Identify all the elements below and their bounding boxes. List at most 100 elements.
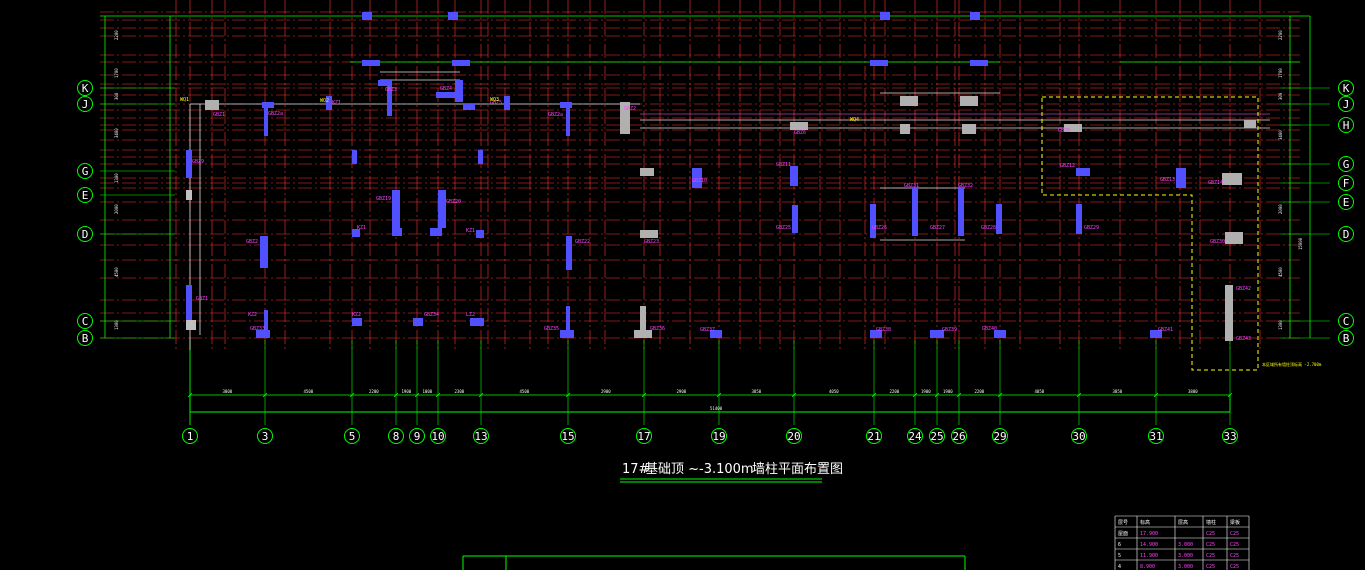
column-shape [205,100,219,110]
column-tag: GBZ39 [942,327,957,333]
column-tags: GBZ1 GBZ2aKZ1GBZ3 GBZ4GBZ5GBZ2aGBZ2GBZ6 GBZ… [180,86,1251,342]
table-cell: 17.900 [1140,531,1158,537]
column-shape [640,306,646,332]
column-shape [352,318,362,326]
column-tag: GBZ22 [575,239,590,245]
column-shape [880,12,890,20]
dimension-value: 300 [114,92,119,100]
column-tag: GBZ14 [1208,180,1223,186]
dimension-value: 2900 [601,389,611,394]
table-cell: 14.900 [1140,542,1158,548]
dimension-value: 1300 [114,320,119,330]
column-shape [960,96,978,106]
dimension-value: 3850 [752,389,762,394]
column-shape [1225,285,1233,341]
axis-bubble-label: 24 [908,430,922,443]
column-shape [455,80,463,102]
column-tag: KZ1 [357,225,366,231]
column-shape [463,104,475,110]
table-cell: 4 [1118,564,1121,570]
table-cell: 3.000 [1178,542,1193,548]
column-shape [476,230,484,238]
table-header-cell: 层号 [1118,520,1128,526]
column-tag: GBZ35 [544,326,559,332]
column-shape [186,320,196,330]
column-tag: KZ2 [248,312,257,318]
axis-bubble-label: C [1343,315,1350,328]
column-tag: KZ1 [466,228,475,234]
column-shape [362,12,372,20]
column-tag: GBZ2 [624,106,636,112]
column-shape [448,12,458,20]
column-shape [392,228,402,236]
column-shape [790,122,808,130]
column-tag: GBZ32 [958,183,973,189]
column-tag: GBZ27 [930,225,945,231]
column-tag: GBZ41 [1158,327,1173,333]
column-tag: GBZ28 [981,225,996,231]
column-tag: KZ1 [332,100,341,106]
axis-bubble-label: C [82,315,89,328]
dimension-value: 1300 [1278,320,1283,330]
dimension-value: 4050 [1035,389,1045,394]
table-cell: 5 [1118,553,1121,559]
axis-bubble-label: H [1343,119,1350,132]
column-shape [436,92,458,98]
column-tag: GBZ13 [1160,177,1175,183]
column-shape [900,96,918,106]
column-shape [1244,120,1256,128]
column-shape [560,102,572,108]
dimension-value: 2200 [1278,30,1283,40]
table-cell: C25 [1206,553,1215,559]
overall-dimension: 51400 [190,406,1230,413]
table-cell: 6 [1118,542,1121,548]
column-tag: WQ4 [850,117,859,123]
axis-bubble-label: 9 [414,430,421,443]
column-shape [430,228,442,236]
column-tag: GBZ3 [385,87,397,93]
dimension-value: 2000 [114,204,119,214]
column-shape [1076,168,1090,176]
column-shape [900,124,910,134]
column-tag: GBZ42 [1236,286,1251,292]
column-tag: GBZ26 [872,225,887,231]
floor-elevation-table: 层号 标高 层高 墙柱 梁板屋面 17.900 C25 C25 6 14.900 3.000 C25 C… [1114,515,1250,570]
column-tag: GBZ4 [440,86,452,92]
dimension-value: 2200 [890,389,900,394]
dimension-value: 1700 [114,68,119,78]
table-cell: C25 [1206,564,1215,570]
cad-drawing-canvas[interactable]: GBZ1 GBZ2aKZ1GBZ3 GBZ4GBZ5GBZ2aGBZ2GBZ6 GBZ… [0,0,1365,570]
column-shape [870,60,888,66]
dimension-lines [100,15,1330,425]
axis-bubble-label: 21 [867,430,880,443]
column-shape [970,60,988,66]
column-tag: GBZ40 [982,326,997,332]
dimension-value: 3850 [1113,389,1123,394]
table-header-cell: 墙柱 [1206,519,1216,526]
table-cell: 11.900 [1140,553,1158,559]
axis-bubble-label: J [82,98,89,111]
column-tag: WQ3 [490,97,499,103]
column-tag: GBZ34 [424,312,439,318]
table-cell: C25 [1230,564,1239,570]
column-tag: GBZ23 [644,239,659,245]
dimension-value: 1700 [1278,68,1283,78]
axis-bubble-label: G [1343,158,1350,171]
dimension-value: 1300 [114,173,119,183]
column-tag: GBZ31 [904,183,919,189]
title-sub: 墙柱平面布置图 [752,462,843,477]
column-shape [1225,232,1243,244]
table-cell: 3.000 [1178,564,1193,570]
dimension-value: 1900 [943,389,953,394]
dimension-value: 3400 [1278,130,1283,140]
dimension-value: 4050 [829,389,839,394]
column-tag: KZ2 [352,312,361,318]
dimension-value: 3400 [114,128,119,138]
column-tag: GBZ43 [1236,336,1251,342]
axis-bubbles: 1 3 5 8 9 10 13 15 17 19 20 21 24 25 26 29 30 31 33KJGEDCB… [77,80,1354,444]
axis-bubble-label: 10 [431,430,444,443]
column-elements [186,12,1256,341]
axis-bubble-label: 20 [787,430,800,443]
dimension-value: 2900 [677,389,687,394]
axis-bubble-label: 8 [393,430,400,443]
